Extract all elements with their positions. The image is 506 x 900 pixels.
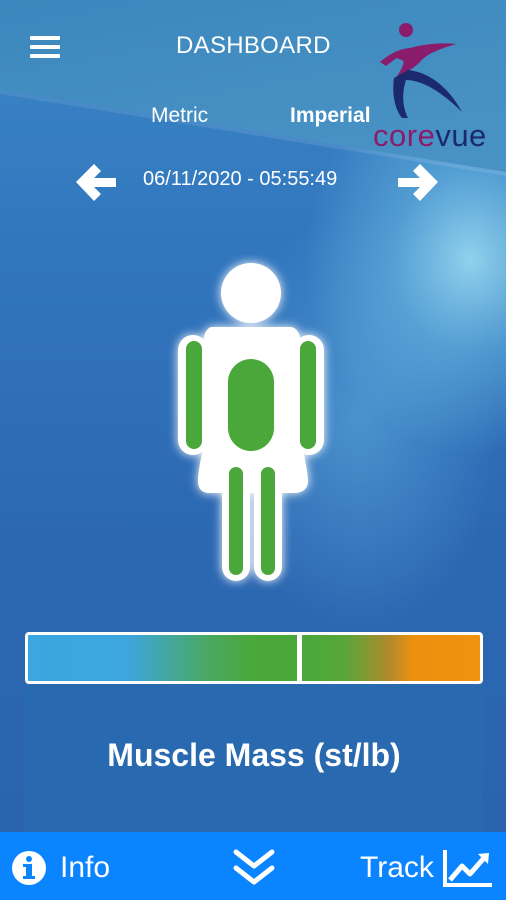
chevron-double-down-icon[interactable] <box>232 848 276 888</box>
info-label: Info <box>60 851 111 884</box>
info-button[interactable]: Info <box>10 846 110 890</box>
arrow-right-icon[interactable] <box>396 160 442 204</box>
track-button[interactable]: Track <box>360 846 494 890</box>
figure-head <box>221 263 281 323</box>
track-label: Track <box>360 851 434 884</box>
measurement-datetime: 06/11/2020 - 05:55:49 <box>143 168 338 190</box>
muscle-mass-gauge <box>25 632 483 684</box>
trend-chart-icon <box>442 850 492 887</box>
segment-left-leg <box>229 467 243 575</box>
bottom-bar: Info Track <box>0 832 506 900</box>
body-composition-figure <box>160 255 340 590</box>
info-icon <box>12 851 46 885</box>
imperial-toggle[interactable]: Imperial <box>290 104 371 128</box>
page-title: DASHBOARD <box>176 32 331 59</box>
metric-card: Muscle Mass (st/lb) <box>25 684 483 834</box>
hamburger-menu-icon[interactable] <box>30 36 60 60</box>
segment-right-arm <box>300 341 316 449</box>
metric-title: Muscle Mass (st/lb) <box>107 737 401 773</box>
segment-left-arm <box>186 341 202 449</box>
gauge-marker <box>297 632 302 684</box>
metric-toggle[interactable]: Metric <box>151 104 208 128</box>
arrow-left-icon[interactable] <box>72 160 118 204</box>
corevue-logo-text: corevue <box>373 118 487 153</box>
logo-figure-head <box>399 23 413 37</box>
segment-trunk <box>228 359 274 451</box>
logo-figure-leg <box>393 70 462 118</box>
segment-right-leg <box>261 467 275 575</box>
logo-figure-arm <box>390 43 456 78</box>
